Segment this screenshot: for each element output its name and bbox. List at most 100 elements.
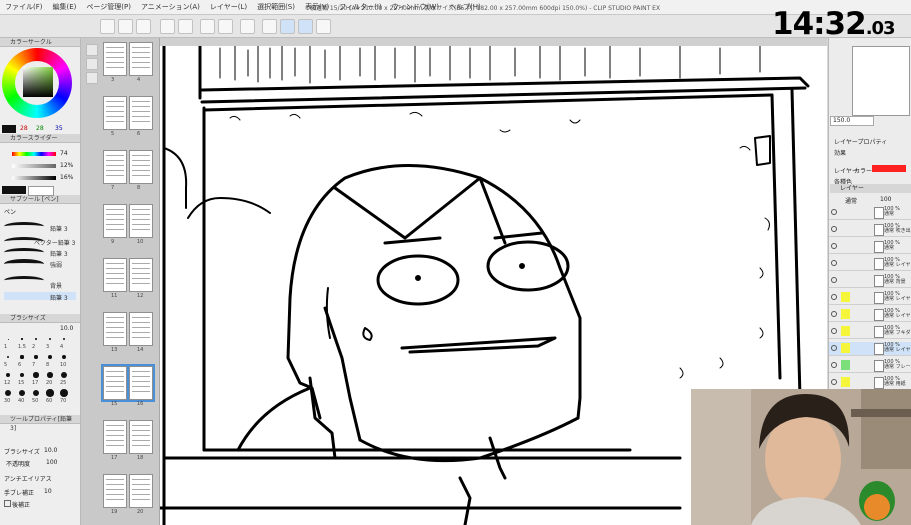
layer-row[interactable]: 100 %通常 フレーム bbox=[829, 359, 911, 373]
page-thumbnail[interactable] bbox=[103, 474, 127, 508]
layer-color-tag[interactable] bbox=[841, 360, 850, 370]
eye-icon[interactable] bbox=[831, 209, 837, 215]
eye-icon[interactable] bbox=[831, 362, 837, 368]
eye-icon[interactable] bbox=[831, 345, 837, 351]
eye-icon[interactable] bbox=[831, 294, 837, 300]
saturation-slider[interactable] bbox=[12, 164, 56, 168]
main-color-swatch[interactable] bbox=[2, 125, 16, 133]
zoom-field[interactable]: 150.0 bbox=[830, 116, 874, 126]
layer-row[interactable]: 100 % 通常 背景 bbox=[829, 274, 911, 288]
eye-icon[interactable] bbox=[831, 379, 837, 385]
snap-grid-icon[interactable] bbox=[316, 19, 331, 34]
page-thumbnail[interactable] bbox=[103, 96, 127, 130]
brush-name[interactable]: 鉛筆 3 bbox=[50, 249, 68, 258]
layer-row[interactable]: 100 % 通常 bbox=[829, 240, 911, 254]
brush-size-option[interactable] bbox=[61, 354, 67, 360]
blend-mode-select[interactable]: 通常 bbox=[845, 196, 857, 205]
save-icon[interactable] bbox=[136, 19, 151, 34]
deselect-icon[interactable] bbox=[262, 19, 277, 34]
navigator-thumbnail[interactable] bbox=[852, 46, 910, 116]
prop-value[interactable]: 10 bbox=[44, 488, 52, 495]
post-correction-checkbox[interactable] bbox=[4, 500, 11, 507]
hue-slider[interactable] bbox=[12, 152, 56, 156]
page-thumbnail[interactable] bbox=[103, 420, 127, 454]
pen-tab[interactable]: ペン bbox=[4, 207, 16, 216]
layer-row[interactable]: 100 %通常 レイヤー bbox=[829, 308, 911, 322]
color-saturation-box[interactable] bbox=[23, 67, 53, 97]
page-thumbnail[interactable] bbox=[103, 150, 127, 184]
layer-row[interactable]: 100 %通常 フキダシ bbox=[829, 325, 911, 339]
brush-size-option[interactable] bbox=[35, 338, 37, 340]
layer-color-tag[interactable] bbox=[841, 309, 850, 319]
brush-size-option[interactable] bbox=[47, 372, 53, 378]
brush-size-option[interactable] bbox=[5, 372, 11, 378]
brightness-slider[interactable] bbox=[12, 176, 56, 180]
page-thumbnail[interactable] bbox=[129, 42, 153, 76]
layer-row[interactable]: 100 %通常 レイヤー bbox=[829, 291, 911, 305]
brush-name[interactable]: 強弱 bbox=[50, 260, 62, 269]
brush-size-option[interactable] bbox=[7, 338, 9, 340]
eye-icon[interactable] bbox=[831, 277, 837, 283]
menu-page[interactable]: ページ管理(P) bbox=[81, 0, 136, 14]
brush-size-option[interactable] bbox=[33, 372, 39, 378]
brush-size-option[interactable] bbox=[4, 389, 12, 397]
page-thumbnail[interactable] bbox=[129, 312, 153, 346]
layer-color-tag[interactable] bbox=[841, 292, 850, 302]
layer-row[interactable]: 100 %通常 吹き出し bbox=[829, 223, 911, 237]
hand-tool-icon[interactable] bbox=[86, 44, 98, 56]
brush-size-option[interactable] bbox=[34, 355, 38, 359]
snap-ruler-icon[interactable] bbox=[280, 19, 295, 34]
page-thumbnail[interactable] bbox=[129, 474, 153, 508]
redo-icon[interactable] bbox=[178, 19, 193, 34]
eye-icon[interactable] bbox=[831, 328, 837, 334]
page-thumbnail[interactable] bbox=[129, 150, 153, 184]
brush-stroke-preview[interactable] bbox=[4, 259, 44, 269]
undo-icon[interactable] bbox=[160, 19, 175, 34]
page-thumbnail[interactable] bbox=[129, 96, 153, 130]
page-thumbnail[interactable] bbox=[103, 204, 127, 238]
page-tab-strip[interactable] bbox=[160, 38, 827, 46]
open-icon[interactable] bbox=[118, 19, 133, 34]
menu-animation[interactable]: アニメーション(A) bbox=[136, 0, 205, 14]
brush-size-option[interactable] bbox=[20, 355, 24, 359]
eye-icon[interactable] bbox=[831, 260, 837, 266]
snap-special-ruler-icon[interactable] bbox=[298, 19, 313, 34]
brush-stroke-preview[interactable] bbox=[4, 276, 44, 285]
menu-file[interactable]: ファイル(F) bbox=[0, 0, 48, 14]
layer-color-tag[interactable] bbox=[841, 343, 850, 353]
menu-select[interactable]: 選択範囲(S) bbox=[252, 0, 300, 14]
prop-value[interactable]: 10.0 bbox=[44, 447, 57, 454]
eye-icon[interactable] bbox=[831, 311, 837, 317]
brush-stroke-preview[interactable] bbox=[4, 222, 44, 231]
page-thumbnail[interactable] bbox=[129, 420, 153, 454]
brush-size-option[interactable] bbox=[18, 389, 26, 397]
brush-size-option[interactable] bbox=[19, 372, 25, 378]
layer-row[interactable]: 100 %通常 レイヤー 2 bbox=[829, 342, 911, 356]
menu-edit[interactable]: 編集(E) bbox=[48, 0, 82, 14]
brush-size-option[interactable] bbox=[48, 355, 52, 359]
brush-size-option[interactable] bbox=[32, 389, 40, 397]
background-swatch[interactable] bbox=[28, 186, 54, 196]
brush-name[interactable]: 背景 bbox=[50, 281, 62, 290]
eye-icon[interactable] bbox=[831, 226, 837, 232]
layer-color-tag[interactable] bbox=[841, 377, 850, 387]
layer-color-swatch[interactable] bbox=[872, 165, 906, 172]
eye-icon[interactable] bbox=[831, 243, 837, 249]
layer-color-tag[interactable] bbox=[841, 326, 850, 336]
page-thumbnail[interactable] bbox=[129, 204, 153, 238]
menu-layer[interactable]: レイヤー(L) bbox=[205, 0, 252, 14]
page-thumbnail[interactable] bbox=[103, 258, 127, 292]
move-tool-icon[interactable] bbox=[86, 58, 98, 70]
new-icon[interactable] bbox=[100, 19, 115, 34]
page-thumbnail[interactable] bbox=[101, 364, 129, 402]
brush-size-option[interactable] bbox=[62, 337, 66, 341]
brush-stroke-preview[interactable] bbox=[4, 248, 44, 257]
prop-value[interactable]: 100 bbox=[46, 459, 57, 466]
page-thumbnail[interactable] bbox=[103, 42, 127, 76]
brush-name[interactable]: 鉛筆 3 bbox=[50, 224, 68, 233]
select-tool-icon[interactable] bbox=[86, 72, 98, 84]
layer-row[interactable]: 100 %通常 レイヤー 1 bbox=[829, 257, 911, 271]
brush-size-option[interactable] bbox=[6, 355, 10, 359]
brush-size-option[interactable] bbox=[21, 338, 23, 340]
layer-row[interactable]: 100 % 通常 bbox=[829, 206, 911, 220]
